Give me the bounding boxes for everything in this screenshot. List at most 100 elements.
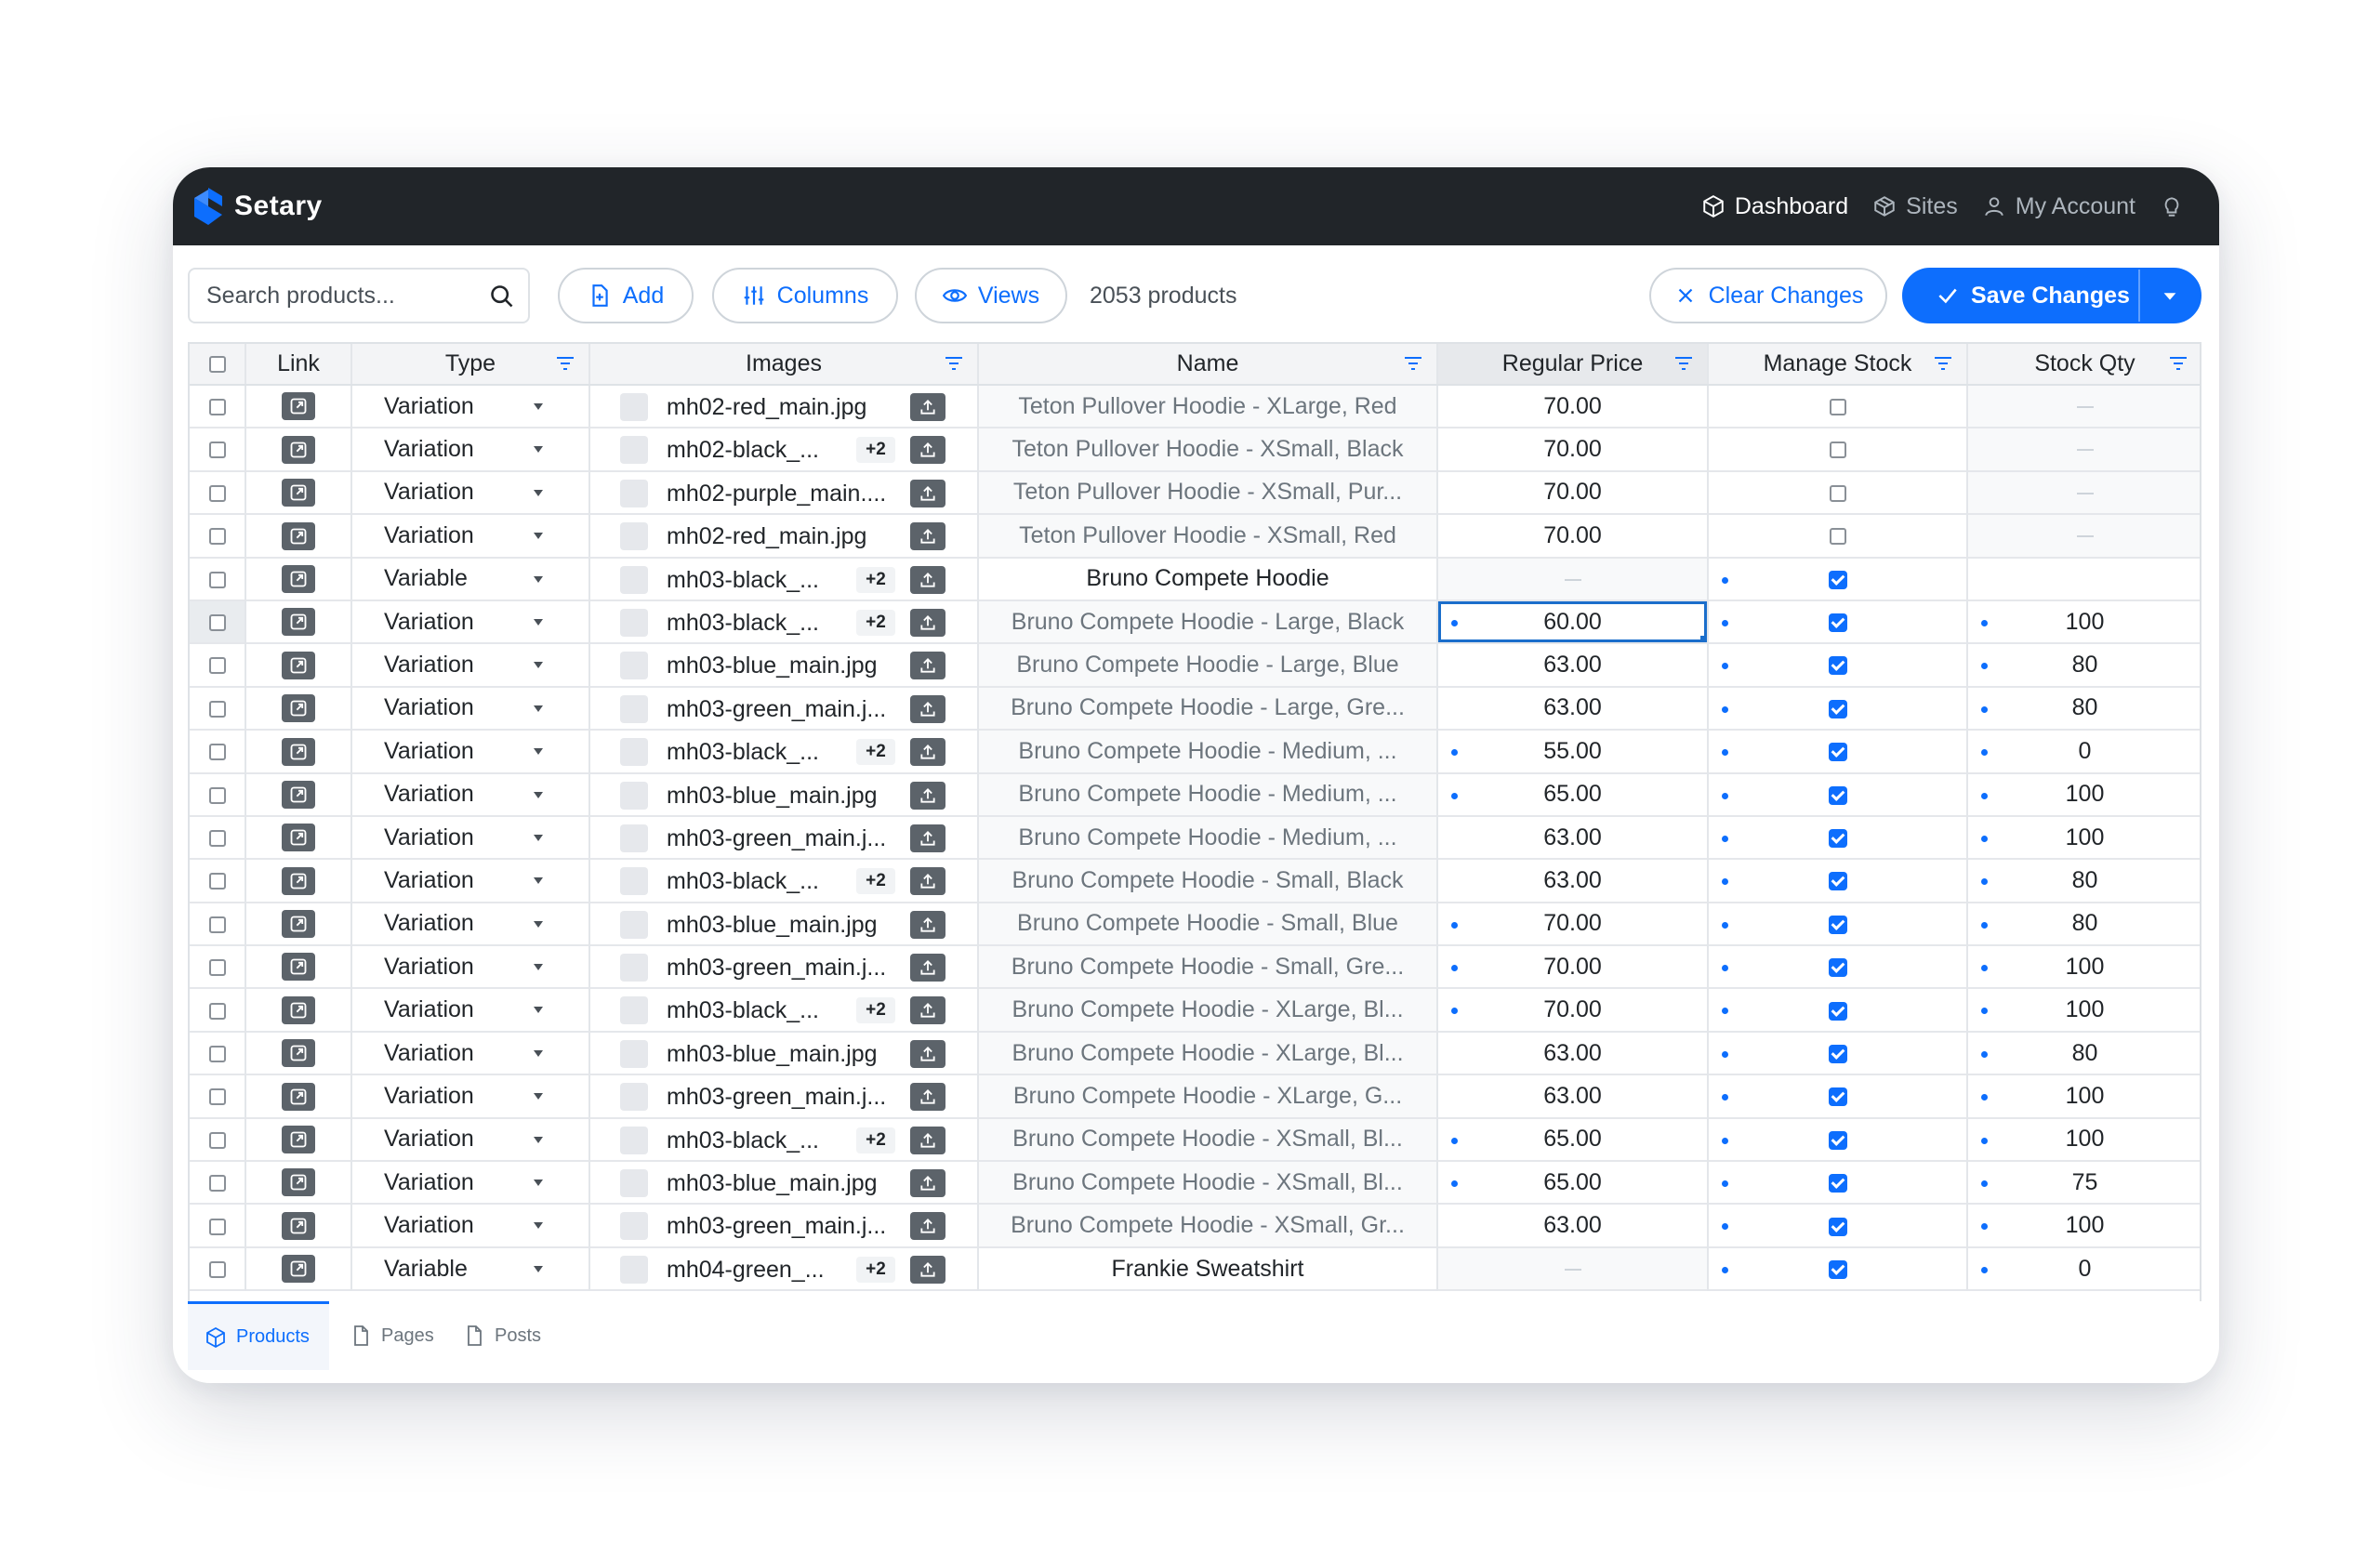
type-cell[interactable]: Variation bbox=[351, 859, 590, 903]
select-all-checkbox[interactable] bbox=[208, 356, 226, 374]
stock-qty-cell[interactable]: 100 bbox=[1967, 945, 2200, 988]
row-checkbox[interactable] bbox=[208, 829, 226, 847]
upload-image-button[interactable] bbox=[910, 824, 945, 852]
manage-stock-cell[interactable] bbox=[1708, 945, 1968, 989]
manage-stock-cell[interactable] bbox=[1708, 385, 1968, 428]
filter-icon[interactable] bbox=[555, 355, 575, 372]
open-link-button[interactable] bbox=[282, 1211, 315, 1240]
price-cell[interactable]: 63.00 bbox=[1437, 815, 1709, 860]
open-link-button[interactable] bbox=[282, 1255, 315, 1284]
open-link-button[interactable] bbox=[282, 694, 315, 723]
table-row[interactable]: Variation mh02-purple_main.... Teton Pullo… bbox=[190, 470, 2200, 515]
stock-qty-cell[interactable] bbox=[1967, 470, 2200, 515]
price-cell[interactable]: 70.00 bbox=[1437, 514, 1709, 558]
columns-button[interactable]: Columns bbox=[712, 268, 898, 323]
images-cell[interactable]: mh03-green_main.j... bbox=[589, 686, 979, 731]
upload-image-button[interactable] bbox=[910, 522, 945, 551]
manage-stock-cell[interactable] bbox=[1708, 557, 1968, 600]
name-cell[interactable]: Bruno Compete Hoodie - Small, Black bbox=[978, 859, 1438, 903]
tab-posts[interactable]: Posts bbox=[463, 1301, 541, 1370]
name-cell[interactable]: Bruno Compete Hoodie - XSmall, Gr... bbox=[978, 1204, 1438, 1247]
images-cell[interactable]: mh03-blue_main.jpg bbox=[589, 643, 979, 687]
table-row[interactable]: Variation mh03-black_... +2 Bruno Compete H… bbox=[190, 1117, 2200, 1162]
row-checkbox[interactable] bbox=[208, 744, 226, 761]
stock-qty-cell[interactable]: 100 bbox=[1967, 1204, 2200, 1246]
row-checkbox[interactable] bbox=[208, 1260, 226, 1278]
manage-stock-checkbox[interactable] bbox=[1828, 1001, 1847, 1021]
type-cell[interactable]: Variation bbox=[351, 385, 590, 428]
images-cell[interactable]: mh02-black_... +2 bbox=[589, 428, 979, 471]
price-cell[interactable]: 63.00 bbox=[1437, 686, 1709, 731]
type-cell[interactable]: Variation bbox=[351, 643, 590, 687]
filter-icon[interactable] bbox=[1673, 355, 1694, 372]
nav-dashboard[interactable]: Dashboard bbox=[1701, 193, 1848, 220]
images-cell[interactable]: mh03-black_... +2 bbox=[589, 600, 979, 644]
row-checkbox[interactable] bbox=[208, 484, 226, 502]
open-link-button[interactable] bbox=[282, 780, 315, 809]
row-checkbox[interactable] bbox=[208, 1088, 226, 1106]
open-link-button[interactable] bbox=[282, 608, 315, 637]
manage-stock-cell[interactable] bbox=[1708, 902, 1968, 946]
type-cell[interactable]: Variation bbox=[351, 945, 590, 989]
manage-stock-checkbox[interactable] bbox=[1828, 958, 1847, 978]
stock-qty-cell[interactable]: 80 bbox=[1967, 643, 2200, 686]
manage-stock-cell[interactable] bbox=[1708, 1031, 1968, 1075]
open-link-button[interactable] bbox=[282, 1039, 315, 1068]
brand[interactable]: Setary bbox=[192, 167, 323, 245]
column-header-stock-qty[interactable]: Stock Qty bbox=[1967, 344, 2200, 386]
clear-changes-button[interactable]: Clear Changes bbox=[1649, 268, 1887, 323]
manage-stock-checkbox[interactable] bbox=[1829, 399, 1846, 416]
name-cell[interactable]: Bruno Compete Hoodie - Large, Gre... bbox=[978, 686, 1438, 731]
filter-icon[interactable] bbox=[2168, 355, 2188, 372]
images-cell[interactable]: mh04-green_... +2 bbox=[589, 1246, 979, 1291]
stock-qty-cell[interactable]: 100 bbox=[1967, 988, 2200, 1031]
manage-stock-checkbox[interactable] bbox=[1828, 1044, 1847, 1063]
table-row[interactable]: Variation mh03-black_... +2 Bruno Compete H… bbox=[190, 600, 2200, 644]
name-cell[interactable]: Frankie Sweatshirt bbox=[978, 1246, 1438, 1291]
column-header-manage-stock[interactable]: Manage Stock bbox=[1708, 344, 1968, 386]
stock-qty-cell[interactable]: 0 bbox=[1967, 730, 2200, 772]
row-checkbox[interactable] bbox=[208, 1002, 226, 1020]
column-header-link[interactable]: Link bbox=[245, 344, 352, 386]
images-cell[interactable]: mh02-red_main.jpg bbox=[589, 385, 979, 428]
manage-stock-cell[interactable] bbox=[1708, 1204, 1968, 1247]
open-link-button[interactable] bbox=[282, 995, 315, 1024]
open-link-button[interactable] bbox=[282, 1082, 315, 1111]
stock-qty-cell[interactable] bbox=[1967, 514, 2200, 558]
images-cell[interactable]: mh03-blue_main.jpg bbox=[589, 902, 979, 946]
tab-products[interactable]: Products bbox=[188, 1301, 329, 1370]
open-link-button[interactable] bbox=[282, 1126, 315, 1154]
images-cell[interactable]: mh03-blue_main.jpg bbox=[589, 1161, 979, 1205]
price-cell[interactable]: 65.00 bbox=[1437, 1161, 1709, 1205]
table-row[interactable]: Variation mh03-green_main.j... Bruno Compe… bbox=[190, 945, 2200, 989]
manage-stock-cell[interactable] bbox=[1708, 988, 1968, 1032]
table-row[interactable]: Variation mh03-green_main.j... Bruno Compe… bbox=[190, 1204, 2200, 1247]
nav-my-account[interactable]: My Account bbox=[1982, 193, 2135, 220]
table-row[interactable]: Variation mh03-blue_main.jpg Bruno Compete… bbox=[190, 1161, 2200, 1205]
price-cell[interactable]: 70.00 bbox=[1437, 988, 1709, 1032]
name-cell[interactable]: Bruno Compete Hoodie - Small, Gre... bbox=[978, 945, 1438, 989]
type-cell[interactable]: Variable bbox=[351, 557, 590, 600]
name-cell[interactable]: Teton Pullover Hoodie - XSmall, Pur... bbox=[978, 470, 1438, 515]
images-cell[interactable]: mh02-purple_main.... bbox=[589, 470, 979, 515]
price-cell[interactable]: 63.00 bbox=[1437, 1204, 1709, 1247]
manage-stock-cell[interactable] bbox=[1708, 428, 1968, 471]
row-checkbox[interactable] bbox=[208, 442, 226, 459]
row-checkbox[interactable] bbox=[208, 916, 226, 933]
more-images-badge[interactable]: +2 bbox=[856, 997, 895, 1024]
stock-qty-cell[interactable] bbox=[1967, 558, 2200, 600]
name-cell[interactable]: Teton Pullover Hoodie - XSmall, Red bbox=[978, 514, 1438, 558]
tab-pages[interactable]: Pages bbox=[350, 1301, 434, 1370]
price-cell[interactable]: 70.00 bbox=[1437, 470, 1709, 515]
name-cell[interactable]: Bruno Compete Hoodie - XSmall, Bl... bbox=[978, 1117, 1438, 1162]
images-cell[interactable]: mh03-green_main.j... bbox=[589, 815, 979, 860]
name-cell[interactable]: Teton Pullover Hoodie - XLarge, Red bbox=[978, 385, 1438, 428]
row-checkbox[interactable] bbox=[208, 1218, 226, 1235]
manage-stock-cell[interactable] bbox=[1708, 1246, 1968, 1291]
name-cell[interactable]: Bruno Compete Hoodie - XLarge, Bl... bbox=[978, 1031, 1438, 1075]
name-cell[interactable]: Bruno Compete Hoodie - Large, Blue bbox=[978, 643, 1438, 687]
type-cell[interactable]: Variation bbox=[351, 988, 590, 1032]
name-cell[interactable]: Teton Pullover Hoodie - XSmall, Black bbox=[978, 428, 1438, 471]
row-checkbox[interactable] bbox=[208, 571, 226, 588]
row-checkbox[interactable] bbox=[208, 1175, 226, 1193]
